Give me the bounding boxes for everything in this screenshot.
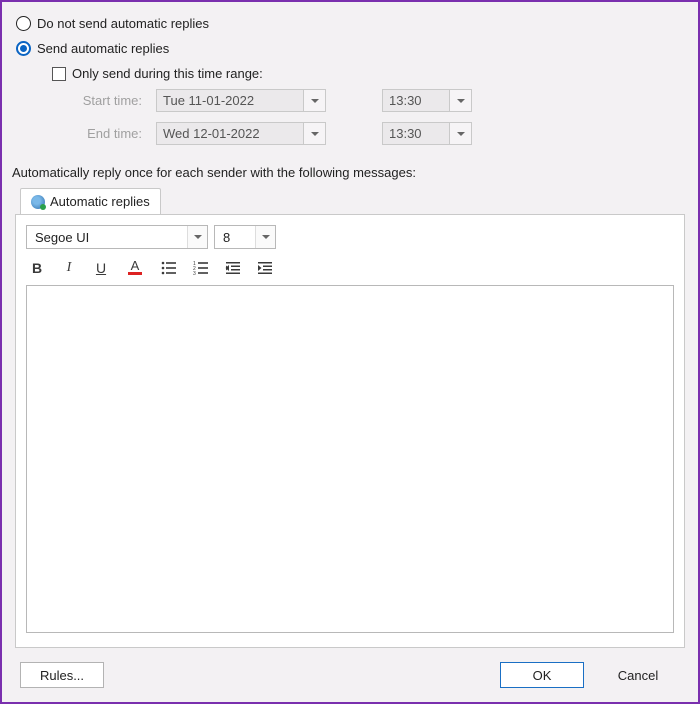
radio-on-icon xyxy=(16,41,31,56)
chevron-down-icon xyxy=(311,99,319,103)
time-range-label: Only send during this time range: xyxy=(72,66,263,81)
font-name-combo[interactable]: Segoe UI xyxy=(26,225,208,249)
radio-on-label: Send automatic replies xyxy=(37,41,169,56)
numbered-list-button[interactable]: 123 xyxy=(192,259,210,277)
font-name-dropdown[interactable] xyxy=(187,226,207,248)
start-date-field: Tue 11-01-2022 xyxy=(156,89,304,112)
chevron-down-icon xyxy=(457,99,465,103)
font-name-field: Segoe UI xyxy=(27,226,187,248)
indent-button[interactable] xyxy=(256,259,274,277)
message-body-input[interactable] xyxy=(26,285,674,633)
time-range-grid: Start time: Tue 11-01-2022 13:30 End tim… xyxy=(68,89,688,145)
start-time-label: Start time: xyxy=(68,93,148,108)
font-color-bar xyxy=(128,272,142,275)
radio-off-icon xyxy=(16,16,31,31)
tab-strip: Automatic replies xyxy=(20,188,688,214)
start-date-combo[interactable]: Tue 11-01-2022 xyxy=(156,89,326,112)
radio-send[interactable]: Send automatic replies xyxy=(16,41,688,56)
format-row: Segoe UI 8 xyxy=(26,225,674,249)
time-range-check-row[interactable]: Only send during this time range: xyxy=(52,66,688,81)
font-size-field: 8 xyxy=(215,226,255,248)
chevron-down-icon xyxy=(262,235,270,239)
font-color-a-icon: A xyxy=(131,259,140,272)
underline-button[interactable]: U xyxy=(92,259,110,277)
font-color-button[interactable]: A xyxy=(124,259,146,277)
editor-panel: Segoe UI 8 B I U A 123 xyxy=(15,214,685,648)
chevron-down-icon xyxy=(194,235,202,239)
chevron-down-icon xyxy=(457,132,465,136)
bold-button[interactable]: B xyxy=(28,259,46,277)
end-time-field: 13:30 xyxy=(382,122,450,145)
radio-do-not-send[interactable]: Do not send automatic replies xyxy=(16,16,688,31)
radio-off-label: Do not send automatic replies xyxy=(37,16,209,31)
svg-text:3: 3 xyxy=(193,271,196,276)
font-size-dropdown[interactable] xyxy=(255,226,275,248)
cancel-button[interactable]: Cancel xyxy=(596,662,680,688)
rules-button[interactable]: Rules... xyxy=(20,662,104,688)
section-description: Automatically reply once for each sender… xyxy=(12,165,688,180)
chevron-down-icon xyxy=(311,132,319,136)
start-date-dropdown[interactable] xyxy=(304,89,326,112)
tab-automatic-replies[interactable]: Automatic replies xyxy=(20,188,161,214)
end-time-dropdown[interactable] xyxy=(450,122,472,145)
dialog-footer: Rules... OK Cancel xyxy=(12,648,688,702)
tab-label: Automatic replies xyxy=(50,194,150,209)
ok-button[interactable]: OK xyxy=(500,662,584,688)
end-time-label: End time: xyxy=(68,126,148,141)
end-date-field: Wed 12-01-2022 xyxy=(156,122,304,145)
end-date-dropdown[interactable] xyxy=(304,122,326,145)
bullet-list-button[interactable] xyxy=(160,259,178,277)
outdent-button[interactable] xyxy=(224,259,242,277)
italic-button[interactable]: I xyxy=(60,259,78,277)
editor-toolbar: B I U A 123 xyxy=(26,259,674,285)
end-time-combo[interactable]: 13:30 xyxy=(382,122,472,145)
font-size-combo[interactable]: 8 xyxy=(214,225,276,249)
start-time-dropdown[interactable] xyxy=(450,89,472,112)
end-date-combo[interactable]: Wed 12-01-2022 xyxy=(156,122,326,145)
checkbox-icon xyxy=(52,67,66,81)
globe-icon xyxy=(31,195,45,209)
start-time-field: 13:30 xyxy=(382,89,450,112)
start-time-combo[interactable]: 13:30 xyxy=(382,89,472,112)
automatic-replies-dialog: Do not send automatic replies Send autom… xyxy=(0,0,700,704)
